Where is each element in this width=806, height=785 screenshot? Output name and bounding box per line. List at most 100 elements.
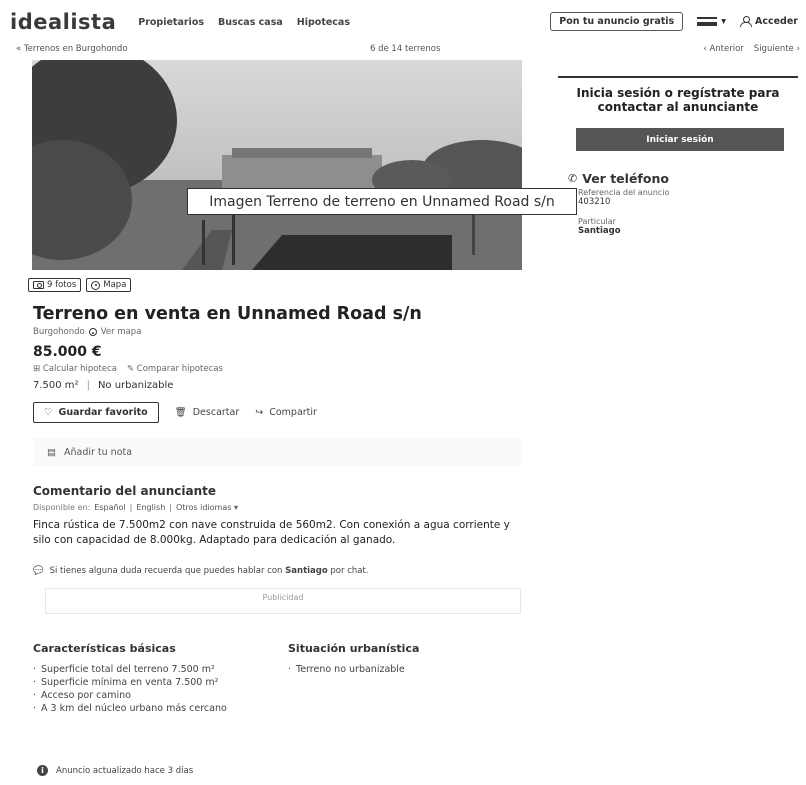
main-photo[interactable] bbox=[32, 60, 522, 270]
chevron-down-icon: ▾ bbox=[721, 16, 726, 27]
map-button[interactable]: Mapa bbox=[86, 278, 132, 292]
hamburger-icon bbox=[697, 17, 718, 26]
listing-subnav: « Terrenos en Burgohondo 6 de 14 terreno… bbox=[0, 42, 806, 58]
ad-reference-label: Referencia del anuncio bbox=[578, 188, 670, 197]
other-languages-dropdown[interactable]: Otros idiomas ▾ bbox=[176, 503, 238, 512]
save-favorite-label: Guardar favorito bbox=[58, 407, 148, 418]
discard-button[interactable]: 🗑 Descartar bbox=[175, 407, 240, 418]
share-arrow-icon: ↪ bbox=[255, 407, 264, 418]
next-link[interactable]: Siguiente › bbox=[754, 44, 800, 54]
menu-button[interactable]: ▾ bbox=[697, 16, 726, 27]
chevron-down-icon: ▾ bbox=[233, 503, 238, 512]
chat-hint-suffix: por chat. bbox=[330, 566, 369, 576]
back-to-results-link[interactable]: « Terrenos en Burgohondo bbox=[16, 44, 128, 54]
basic-features: Características básicas Superficie total… bbox=[33, 642, 283, 715]
spec-divider: | bbox=[86, 380, 90, 391]
calculate-mortgage-link[interactable]: ⊞ Calcular hipoteca bbox=[33, 364, 117, 374]
advertiser-name: Santiago bbox=[578, 226, 621, 236]
view-map-link[interactable]: Ver mapa bbox=[101, 327, 142, 337]
save-favorite-button[interactable]: ♡ Guardar favorito bbox=[33, 402, 159, 423]
chat-hint-prefix: Si tienes alguna duda recuerda que puede… bbox=[49, 566, 283, 576]
login-label: Acceder bbox=[755, 16, 798, 27]
compare-mortgage-label: Comparar hipotecas bbox=[136, 364, 223, 374]
camera-icon bbox=[33, 281, 44, 289]
view-phone-link[interactable]: ✆ Ver teléfono bbox=[568, 171, 798, 186]
contact-panel: Inicia sesión o regístrate para contacta… bbox=[558, 76, 798, 236]
available-in-label: Disponible en: bbox=[33, 503, 91, 512]
list-item: Superficie mínima en venta 7.500 m² bbox=[33, 676, 283, 689]
chevron-right-icon: › bbox=[796, 44, 800, 54]
mortgage-links: ⊞ Calcular hipoteca ✎ Comparar hipotecas bbox=[33, 364, 223, 374]
chat-icon: 💬 bbox=[33, 566, 44, 576]
pencil-icon: ✎ bbox=[126, 364, 135, 374]
prev-next-nav: ‹ Anterior Siguiente › bbox=[703, 44, 800, 54]
share-button[interactable]: ↪ Compartir bbox=[255, 407, 317, 418]
listing-title: Terreno en venta en Unnamed Road s/n bbox=[33, 304, 422, 324]
language-selector: Disponible en: Español | English | Otros… bbox=[33, 503, 238, 512]
land-photo-image bbox=[32, 60, 522, 270]
phone-icon: ✆ bbox=[568, 172, 578, 185]
ad-reference-value: 403210 bbox=[578, 197, 611, 207]
basic-features-list: Superficie total del terreno 7.500 m² Su… bbox=[33, 663, 283, 715]
top-header: idealista Propietarios Buscas casa Hipot… bbox=[0, 0, 806, 44]
last-updated: i Anuncio actualizado hace 3 días bbox=[37, 765, 193, 776]
advertiser-comment: Finca rústica de 7.500m2 con nave constr… bbox=[33, 519, 510, 546]
list-item: Acceso por camino bbox=[33, 689, 283, 702]
comment-title: Comentario del anunciante bbox=[33, 484, 217, 498]
urban-status-list: Terreno no urbanizable bbox=[288, 663, 528, 676]
advertisement-slot: Publicidad bbox=[45, 588, 521, 614]
listing-price: 85.000 € bbox=[33, 344, 102, 360]
nav-owners[interactable]: Propietarios bbox=[138, 17, 204, 28]
back-label: Terrenos en Burgohondo bbox=[23, 44, 128, 54]
urban-status: Situación urbanística Terreno no urbaniz… bbox=[288, 642, 528, 676]
photo-caption: Imagen Terreno de terreno en Unnamed Roa… bbox=[187, 188, 577, 215]
photos-label: 9 fotos bbox=[47, 280, 77, 290]
list-item: Terreno no urbanizable bbox=[288, 663, 528, 676]
lang-english[interactable]: English bbox=[136, 503, 165, 512]
compare-mortgage-link[interactable]: ✎ Comparar hipotecas bbox=[127, 364, 223, 374]
nav-find-home[interactable]: Buscas casa bbox=[218, 17, 283, 28]
publish-ad-button[interactable]: Pon tu anuncio gratis bbox=[550, 12, 684, 31]
calculate-mortgage-label: Calcular hipoteca bbox=[42, 364, 117, 374]
listing-location: Burgohondo Ver mapa bbox=[33, 327, 141, 337]
contact-title: Inicia sesión o regístrate para contacta… bbox=[576, 86, 780, 114]
photos-button[interactable]: 9 fotos bbox=[28, 278, 82, 292]
ad-label: Publicidad bbox=[262, 593, 304, 602]
header-actions: Pon tu anuncio gratis ▾ Acceder bbox=[550, 12, 798, 31]
listing-specs: 7.500 m² | No urbanizable bbox=[33, 380, 173, 391]
login-button[interactable]: Iniciar sesión bbox=[576, 128, 784, 151]
advertiser-type: Particular bbox=[578, 217, 616, 226]
info-icon: i bbox=[37, 765, 48, 776]
calculator-icon: ⊞ bbox=[33, 364, 41, 374]
listing-actions: ♡ Guardar favorito 🗑 Descartar ↪ Compart… bbox=[33, 402, 317, 423]
next-label: Siguiente bbox=[753, 44, 794, 54]
note-icon: ▤ bbox=[47, 446, 56, 458]
list-item: Superficie total del terreno 7.500 m² bbox=[33, 663, 283, 676]
add-note-button[interactable]: ▤ Añadir tu nota bbox=[33, 438, 521, 466]
area-value: 7.500 m² bbox=[33, 380, 79, 391]
urban-status-title: Situación urbanística bbox=[288, 642, 420, 655]
login-link[interactable]: Acceder bbox=[740, 16, 798, 27]
lang-divider: | bbox=[169, 503, 172, 512]
chevron-left-icon: ‹ bbox=[703, 44, 707, 54]
contact-header: Inicia sesión o regístrate para contacta… bbox=[558, 76, 798, 114]
map-pin-icon bbox=[91, 280, 101, 290]
idealista-logo[interactable]: idealista bbox=[10, 10, 116, 34]
location-name: Burgohondo bbox=[33, 327, 85, 337]
map-pin-icon bbox=[88, 328, 97, 336]
nav-mortgages[interactable]: Hipotecas bbox=[297, 17, 350, 28]
person-icon bbox=[740, 16, 752, 27]
other-languages-label: Otros idiomas bbox=[175, 503, 232, 512]
zoning-value: No urbanizable bbox=[97, 380, 174, 391]
basic-features-title: Características básicas bbox=[33, 642, 176, 655]
lang-spanish[interactable]: Español bbox=[94, 503, 125, 512]
map-label: Mapa bbox=[103, 280, 127, 290]
media-buttons: 9 fotos Mapa bbox=[28, 278, 132, 292]
double-chevron-left-icon: « bbox=[16, 44, 22, 54]
result-counter: 6 de 14 terrenos bbox=[370, 44, 441, 54]
lang-divider: | bbox=[129, 503, 133, 512]
previous-link[interactable]: ‹ Anterior bbox=[703, 44, 743, 54]
previous-label: Anterior bbox=[709, 44, 744, 54]
trash-icon: 🗑 bbox=[174, 407, 187, 418]
chat-advertiser-name: Santiago bbox=[285, 566, 328, 576]
